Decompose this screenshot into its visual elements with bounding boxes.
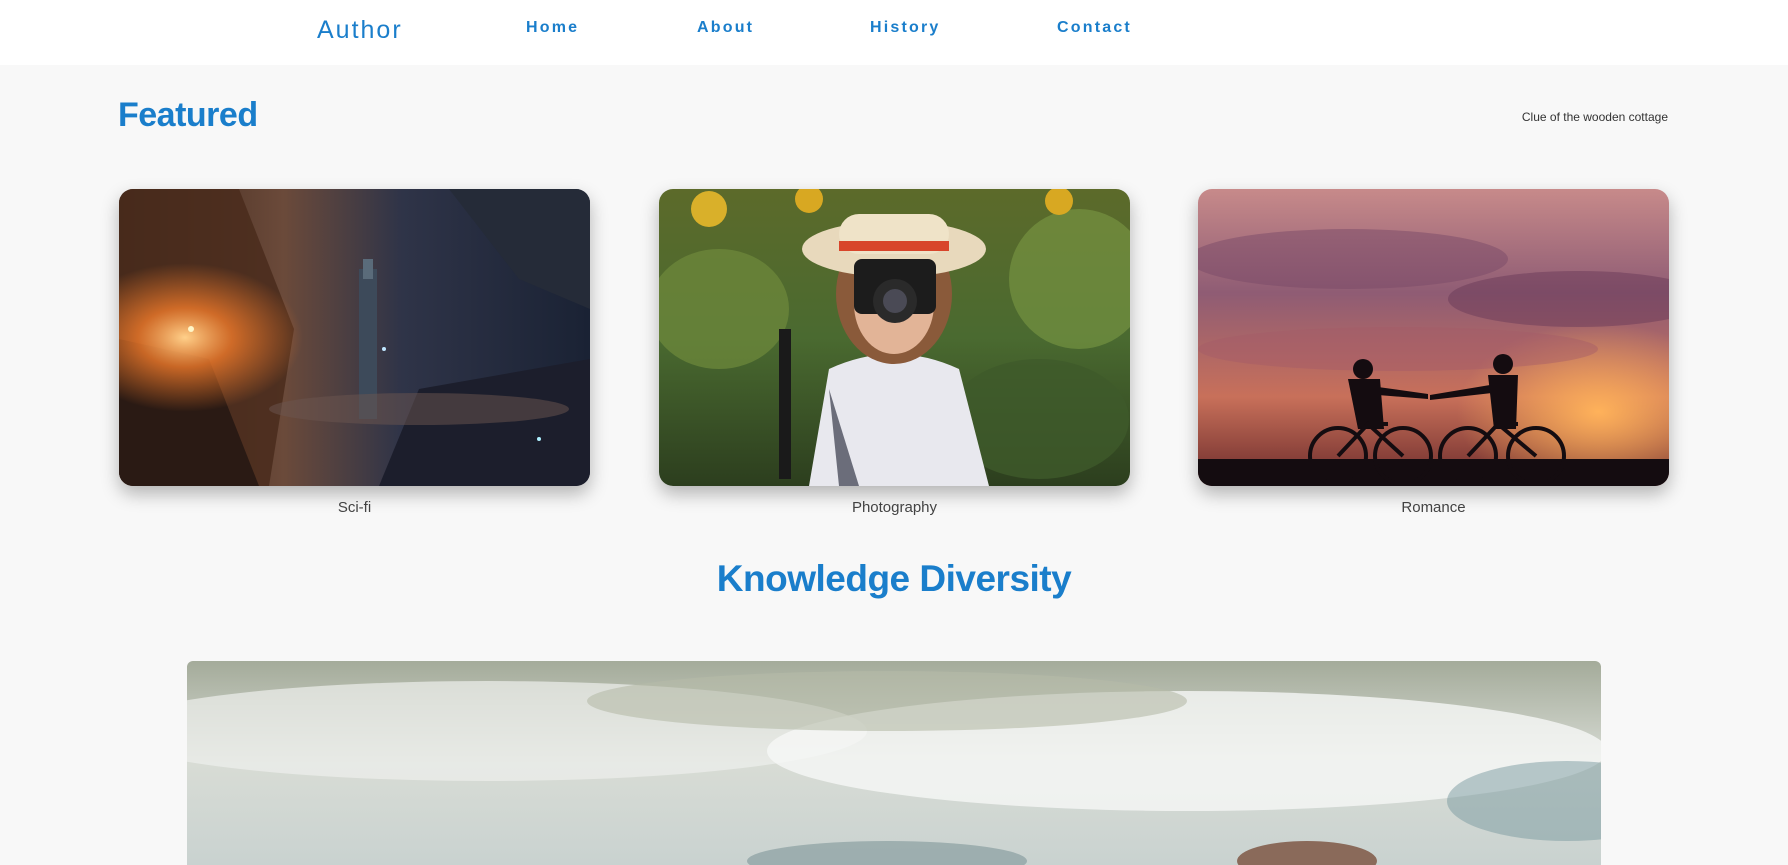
featured-subtitle: Clue of the wooden cottage bbox=[1521, 110, 1668, 124]
couple-on-bicycles-sunset-image[interactable] bbox=[1198, 189, 1669, 486]
featured-card-photography[interactable]: Photography bbox=[659, 189, 1130, 516]
knowledge-diversity-heading: Knowledge Diversity bbox=[716, 558, 1072, 599]
nav-link-contact[interactable]: Contact bbox=[1057, 19, 1132, 37]
nav-link-about[interactable]: About bbox=[697, 19, 754, 37]
cloudy-sky-hero-image bbox=[187, 661, 1601, 865]
featured-heading: Featured bbox=[118, 96, 258, 134]
card-label-romance: Romance bbox=[1401, 499, 1466, 516]
sci-fi-city-image[interactable] bbox=[119, 189, 590, 486]
featured-card-romance[interactable]: Romance bbox=[1198, 189, 1669, 516]
top-navbar: Author Home About History Contact bbox=[0, 0, 1788, 65]
woman-with-camera-image[interactable] bbox=[659, 189, 1130, 486]
card-label-scifi: Sci-fi bbox=[337, 499, 372, 516]
brand-logo[interactable]: Author bbox=[317, 16, 403, 45]
nav-link-home[interactable]: Home bbox=[526, 19, 579, 37]
nav-link-history[interactable]: History bbox=[870, 19, 941, 37]
featured-card-scifi[interactable]: Sci-fi bbox=[119, 189, 590, 516]
card-label-photography: Photography bbox=[851, 499, 938, 516]
